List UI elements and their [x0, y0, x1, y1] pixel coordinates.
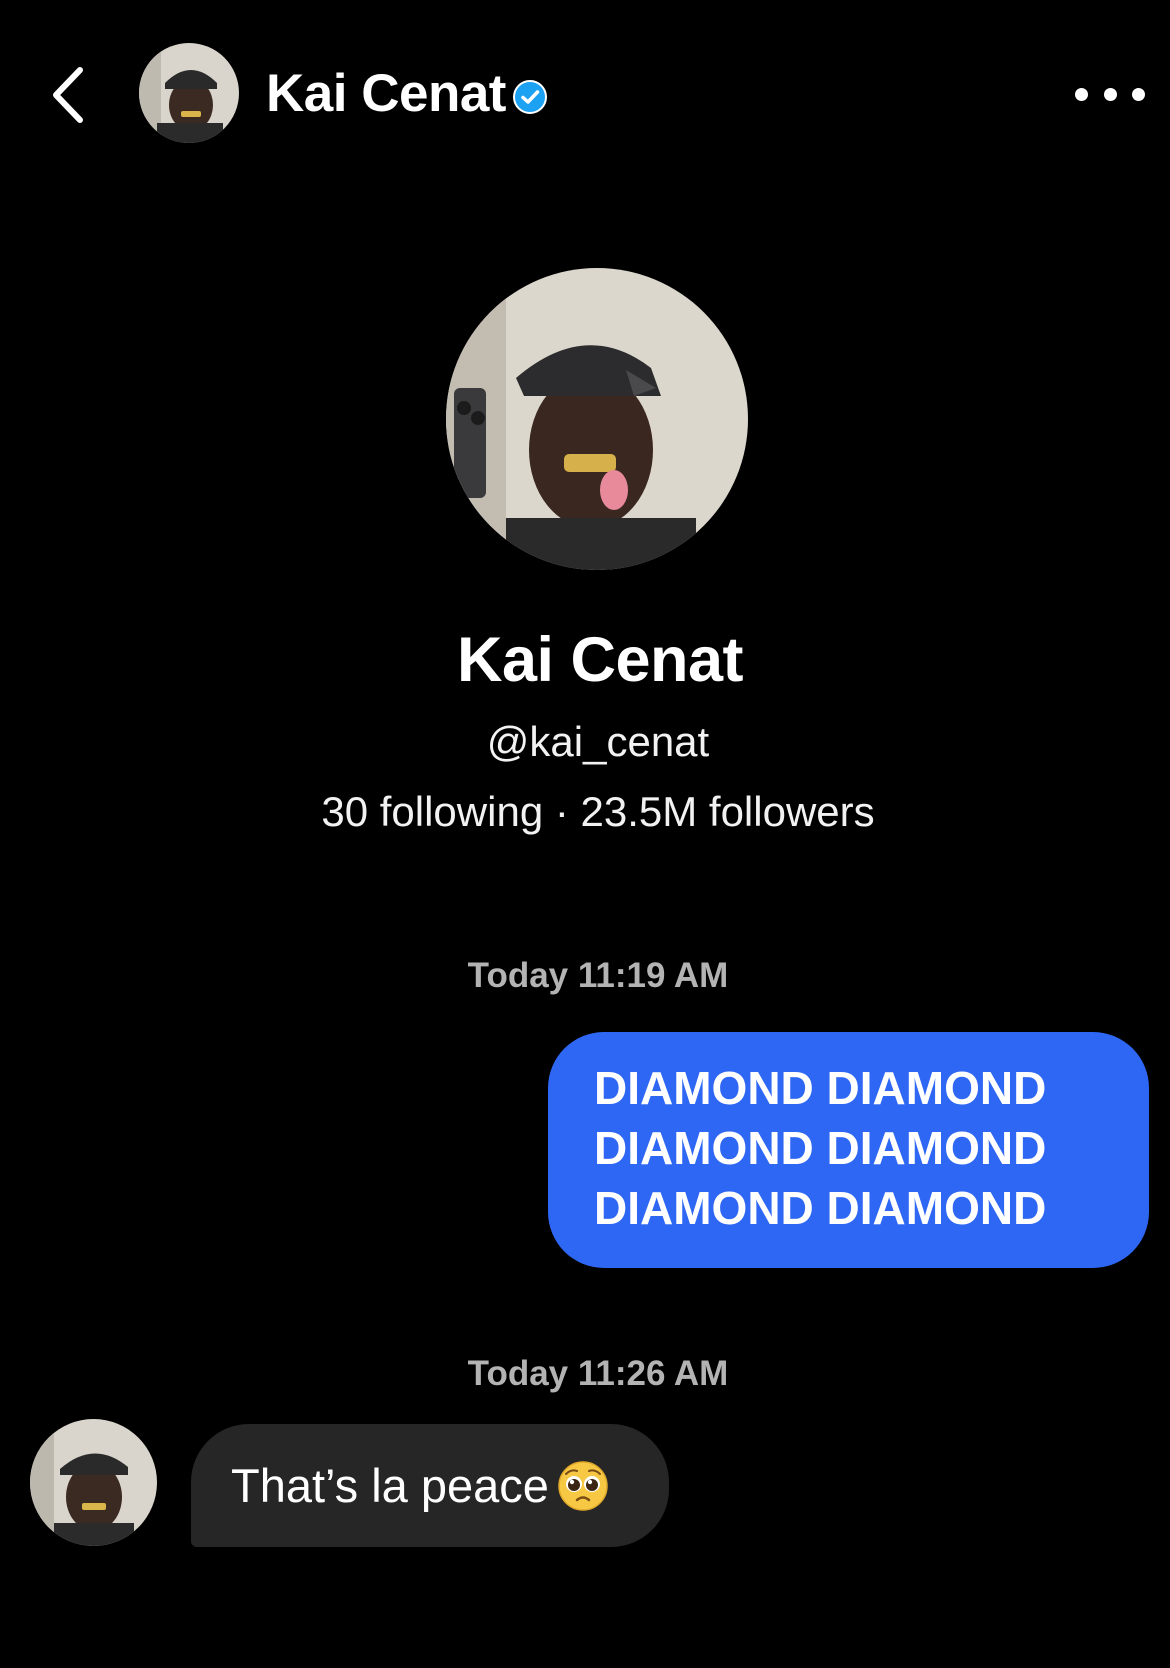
incoming-message-label: That’s la peace: [231, 1458, 549, 1512]
profile-handle: @kai_cenat: [486, 718, 710, 765]
more-horizontal-icon: [1075, 87, 1088, 101]
outgoing-message-line: DIAMOND DIAMOND: [594, 1122, 1047, 1174]
pleading-face-icon: [558, 1460, 608, 1511]
incoming-message-text: That’s la peace: [231, 1456, 609, 1516]
header-title[interactable]: Kai Cenat: [266, 62, 548, 126]
verified-badge-icon: [512, 80, 547, 114]
outgoing-message-bubble[interactable]: DIAMOND DIAMOND DIAMOND DIAMOND DIAMOND …: [548, 1032, 1149, 1268]
profile-stats[interactable]: 30 following · 23.5M followers: [0, 786, 1170, 838]
profile-avatar[interactable]: [446, 268, 748, 570]
sender-avatar[interactable]: [30, 1419, 157, 1546]
chat-header: Kai Cenat: [0, 0, 1170, 190]
message-timestamp: Today 11:26 AM: [467, 1354, 729, 1393]
incoming-message-bubble[interactable]: That’s la peace: [191, 1424, 669, 1547]
header-name-label: Kai Cenat: [266, 64, 506, 123]
outgoing-message-line: DIAMOND DIAMOND: [594, 1182, 1047, 1234]
back-button[interactable]: [44, 60, 94, 130]
chevron-left-icon: [53, 67, 83, 123]
outgoing-message-line: DIAMOND DIAMOND: [594, 1062, 1047, 1114]
message-timestamp: Today 11:19 AM: [467, 956, 729, 995]
header-avatar[interactable]: [139, 43, 239, 143]
profile-name: Kai Cenat: [456, 625, 744, 695]
more-options-button[interactable]: [1075, 74, 1145, 114]
